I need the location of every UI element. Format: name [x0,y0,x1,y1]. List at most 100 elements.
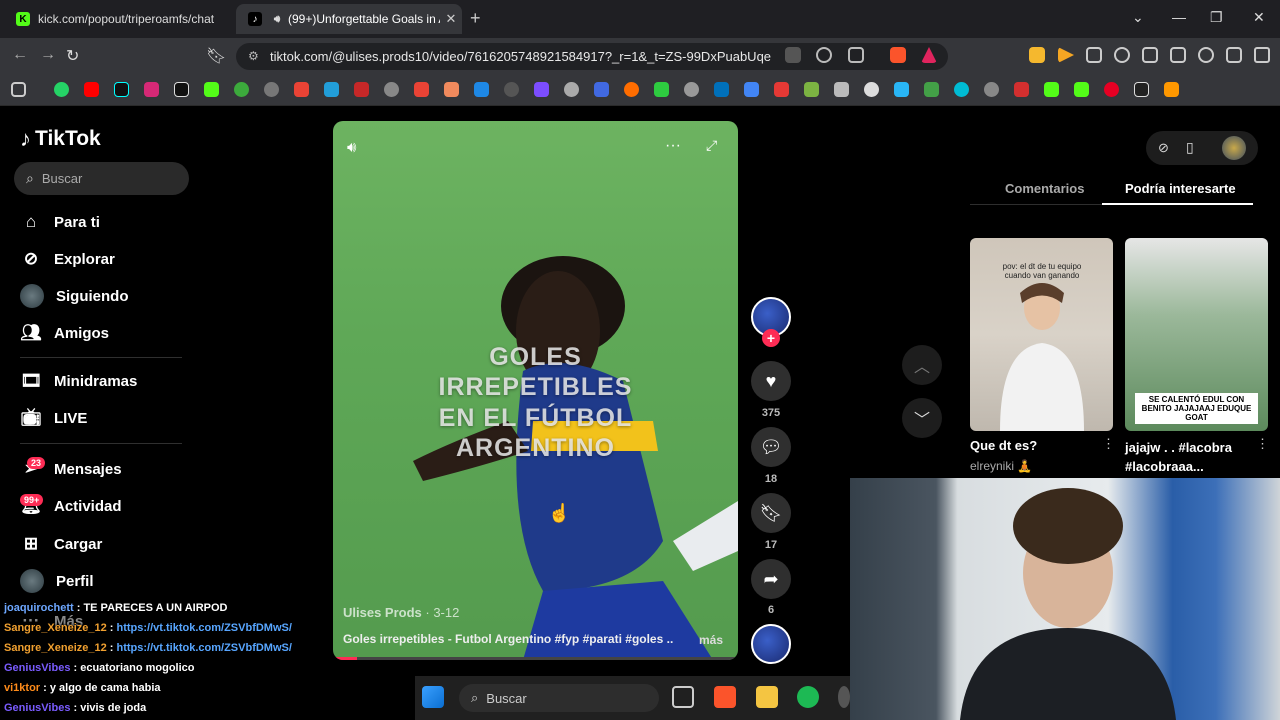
bookmark-icon-12[interactable] [354,82,369,97]
suggested-video-user[interactable]: elreyniki 🧘 [970,459,1032,473]
x-icon[interactable] [174,82,189,97]
file-explorer-icon[interactable] [756,686,778,708]
follow-button[interactable]: + [762,329,780,347]
brave-shield-icon[interactable] [890,47,906,63]
bookmark-icon-11[interactable] [324,82,339,97]
tiktok-logo[interactable]: ♪ TikTok [20,126,101,152]
sidebar-item-cargar[interactable]: ⊞ Cargar [20,533,102,555]
taskbar-app-icon[interactable] [838,686,850,708]
suggested-video-thumbnail[interactable]: SE CALENTÓ EDUL CON BENITO JAJAJAAJ EDUQ… [1125,238,1268,431]
new-tab-icon[interactable]: + [470,8,481,29]
translate-icon[interactable] [785,47,801,63]
music-icon[interactable] [1114,47,1130,63]
url-field[interactable]: ⚙ tiktok.com/@ulises.prods10/video/76162… [236,43,948,70]
paypal-icon[interactable] [714,82,729,97]
leo-ai-icon[interactable] [1198,47,1214,63]
mobile-icon[interactable]: ▯ [1186,139,1194,156]
sidebar-item-perfil[interactable]: Perfil [20,569,94,593]
tiktok-bookmark-icon[interactable] [114,82,129,97]
close-window-icon[interactable]: ✕ [1253,9,1265,26]
tab-kick-chat[interactable]: K kick.com/popout/triperoamfs/chat [4,4,232,34]
pinterest-icon[interactable] [1104,82,1119,97]
restore-icon[interactable]: ❐ [1210,9,1223,26]
tab-comentarios[interactable]: Comentarios [1005,181,1084,196]
more-options-icon[interactable]: ··· [665,137,681,155]
bookmark-icon-35[interactable] [1044,82,1059,97]
bookmark-icon-17[interactable] [504,82,519,97]
bookmark-icon-18[interactable] [534,82,549,97]
bookmark-icon-21[interactable] [624,82,639,97]
sidebar-item-minidramas[interactable]: 🎞︎ Minidramas [20,370,137,392]
apps-grid-icon[interactable] [11,82,26,97]
volume-icon[interactable]: 🔊︎ [347,139,356,156]
tab-search-icon[interactable]: ⌄ [1132,9,1144,26]
sidebar-item-amigos[interactable]: 👥︎ Amigos [20,322,109,344]
bookmark-icon[interactable]: 🔖︎ [206,46,226,66]
bookmark-icon-25[interactable] [744,82,759,97]
share-button[interactable]: ➦ [751,559,791,599]
bookmark-icon-22[interactable] [654,82,669,97]
compass-icon[interactable]: ⊘ [1158,140,1169,156]
bookmark-icon-16[interactable] [474,82,489,97]
whatsapp-icon[interactable] [54,82,69,97]
reload-icon[interactable]: ↻ [66,46,79,66]
fullscreen-icon[interactable]: ⤢ [706,137,717,154]
taskbar-search-input[interactable]: ⌕ Buscar [459,684,659,712]
bookmark-icon-27[interactable] [804,82,819,97]
bookmark-icon-13[interactable] [384,82,399,97]
previous-video-button[interactable]: ︿ [902,345,942,385]
forward-icon[interactable]: → [40,46,56,64]
tab-tiktok-video[interactable]: ♪ 🔊︎ (99+)Unforgettable Goals in Arg ✕ [236,4,462,34]
instagram-icon[interactable] [144,82,159,97]
minimize-icon[interactable]: — [1172,9,1186,25]
bookmark-icon-8[interactable] [234,82,249,97]
sidebar-item-live[interactable]: 📺︎ LIVE [20,407,87,429]
zoom-icon[interactable] [816,47,832,63]
more-options-icon[interactable]: ⋮ [1102,436,1115,452]
bookmark-icon-15[interactable] [444,82,459,97]
suggested-video-title[interactable]: Que dt es? [970,438,1037,453]
chat-link[interactable]: https://vt.tiktok.com/ZSVbfDMwS/ [117,642,292,654]
tab-podria-interesarte[interactable]: Podría interesarte [1125,181,1236,196]
back-icon[interactable]: ← [12,46,28,64]
spotify-icon[interactable] [797,686,819,708]
puzzle-icon[interactable] [1086,47,1102,63]
cast-icon[interactable] [848,47,864,63]
bookmark-icon-14[interactable] [414,82,429,97]
sidebar-item-para-ti[interactable]: ⌂ Para ti [20,211,100,233]
user-avatar[interactable] [1222,136,1246,160]
bookmark-icon-31[interactable] [924,82,939,97]
suggested-video-title[interactable]: jajajw . . #lacobra #lacobraaa... [1125,438,1255,476]
next-video-button[interactable]: ﹀ [902,398,942,438]
wallet-icon[interactable] [1170,47,1186,63]
windows-start-icon[interactable] [422,686,444,708]
bookmark-icon-19[interactable] [564,82,579,97]
bookmark-icon-29[interactable] [864,82,879,97]
play-icon[interactable] [1058,47,1074,63]
bookmark-icon-9[interactable] [264,82,279,97]
sidebar-item-siguiendo[interactable]: Siguiendo [20,284,129,308]
video-author[interactable]: Ulises Prods · 3-12 [343,605,459,620]
gmail-icon[interactable] [294,82,309,97]
speaker-icon[interactable]: 🔊︎ [270,12,284,26]
bookmark-icon-36[interactable] [1074,82,1089,97]
more-options-icon[interactable]: ⋮ [1256,436,1269,452]
site-info-icon[interactable]: ⚙ [248,49,259,63]
brave-browser-icon[interactable] [714,686,736,708]
bookmark-icon-39[interactable] [1164,82,1179,97]
bookmark-icon-20[interactable] [594,82,609,97]
progress-bar[interactable] [333,657,738,660]
comment-button[interactable]: 💬︎ [751,427,791,467]
bookmark-icon-38[interactable] [1134,82,1149,97]
vpn-icon[interactable] [1226,47,1242,63]
bookmark-icon-26[interactable] [774,82,789,97]
chat-link[interactable]: https://vt.tiktok.com/ZSVbfDMwS/ [117,622,292,634]
youtube-icon[interactable] [84,82,99,97]
video-player[interactable]: 🔊︎ ··· ⤢ GOLES IRREPETIBLES EN EL FÚTBOL… [333,121,738,660]
bookmark-icon-30[interactable] [894,82,909,97]
sidebar-icon[interactable] [1142,47,1158,63]
search-input[interactable]: ⌕ Buscar [14,162,189,195]
sound-avatar[interactable] [751,624,791,664]
sidebar-item-explorar[interactable]: ⊘ Explorar [20,248,115,270]
like-button[interactable]: ♥ [751,361,791,401]
